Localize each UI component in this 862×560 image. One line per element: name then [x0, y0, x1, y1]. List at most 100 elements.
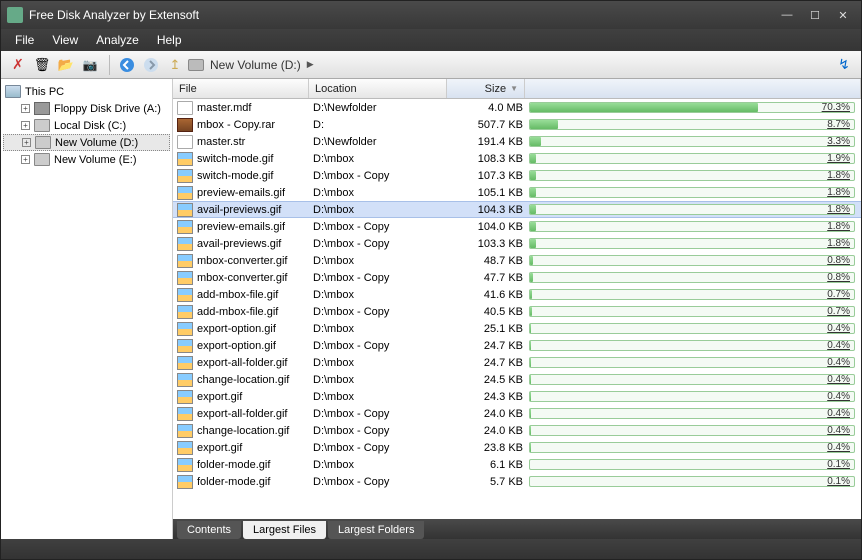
file-row[interactable]: mbox-converter.gifD:\mbox - Copy47.7 KB0… — [173, 269, 861, 286]
folder-tree[interactable]: This PC + Floppy Disk Drive (A:) + Local… — [1, 79, 173, 539]
tab-largest-folders[interactable]: Largest Folders — [328, 521, 424, 539]
tab-contents[interactable]: Contents — [177, 521, 241, 539]
file-size: 24.3 KB — [451, 391, 529, 403]
file-row[interactable]: change-location.gifD:\mbox - Copy24.0 KB… — [173, 422, 861, 439]
file-row[interactable]: master.mdfD:\Newfolder4.0 MB70.3% — [173, 99, 861, 116]
file-location: D:\mbox — [313, 204, 451, 216]
pc-icon — [5, 85, 21, 98]
file-location: D:\mbox - Copy — [313, 340, 451, 352]
file-type-icon — [177, 237, 193, 251]
file-row[interactable]: export.gifD:\mbox24.3 KB0.4% — [173, 388, 861, 405]
file-type-icon — [177, 339, 193, 353]
expand-icon[interactable]: + — [21, 104, 30, 113]
file-name: avail-previews.gif — [197, 204, 313, 216]
file-row[interactable]: mbox - Copy.rarD:507.7 KB8.7% — [173, 116, 861, 133]
file-location: D:\mbox — [313, 374, 451, 386]
file-bar: 0.4% — [529, 357, 861, 368]
file-row[interactable]: export-option.gifD:\mbox - Copy24.7 KB0.… — [173, 337, 861, 354]
recycle-button[interactable]: 🗑 — [31, 54, 53, 76]
tree-node-d[interactable]: + New Volume (D:) — [3, 134, 170, 151]
file-location: D:\mbox — [313, 459, 451, 471]
file-row[interactable]: export-option.gifD:\mbox25.1 KB0.4% — [173, 320, 861, 337]
tree-label: Local Disk (C:) — [54, 120, 126, 132]
file-row[interactable]: add-mbox-file.gifD:\mbox41.6 KB0.7% — [173, 286, 861, 303]
file-row[interactable]: avail-previews.gifD:\mbox - Copy103.3 KB… — [173, 235, 861, 252]
file-size: 47.7 KB — [451, 272, 529, 284]
tree-node-c[interactable]: + Local Disk (C:) — [3, 117, 170, 134]
file-row[interactable]: preview-emails.gifD:\mbox105.1 KB1.8% — [173, 184, 861, 201]
tab-largest-files[interactable]: Largest Files — [243, 521, 326, 539]
file-list[interactable]: master.mdfD:\Newfolder4.0 MB70.3%mbox - … — [173, 99, 861, 519]
tree-root[interactable]: This PC — [3, 83, 170, 100]
file-bar: 0.1% — [529, 476, 861, 487]
file-row[interactable]: preview-emails.gifD:\mbox - Copy104.0 KB… — [173, 218, 861, 235]
file-name: preview-emails.gif — [197, 187, 313, 199]
tree-root-label: This PC — [25, 86, 64, 98]
expand-icon[interactable]: + — [22, 138, 31, 147]
refresh-button[interactable]: ↯ — [833, 54, 855, 76]
toolbar: ✗ 🗑 📂 📷 ↥ New Volume (D:) ▶ ↯ — [1, 51, 861, 79]
minimize-button[interactable]: — — [775, 7, 799, 23]
toolbar-separator — [109, 55, 110, 75]
file-bar: 0.7% — [529, 306, 861, 317]
file-row[interactable]: switch-mode.gifD:\mbox - Copy107.3 KB1.8… — [173, 167, 861, 184]
forward-button[interactable] — [140, 54, 162, 76]
file-location: D:\mbox — [313, 187, 451, 199]
close-button[interactable]: ✕ — [831, 7, 855, 23]
col-file-label: File — [179, 83, 197, 95]
file-type-icon — [177, 186, 193, 200]
file-bar: 0.1% — [529, 459, 861, 470]
file-size: 104.0 KB — [451, 221, 529, 233]
file-row[interactable]: export.gifD:\mbox - Copy23.8 KB0.4% — [173, 439, 861, 456]
col-size[interactable]: Size▼ — [447, 79, 525, 98]
app-icon — [7, 7, 23, 23]
file-name: master.str — [197, 136, 313, 148]
file-bar: 0.4% — [529, 374, 861, 385]
maximize-button[interactable]: ☐ — [803, 7, 827, 23]
folder-icon: 📂 — [58, 57, 74, 73]
file-percent: 8.7% — [827, 119, 850, 130]
tree-node-floppy[interactable]: + Floppy Disk Drive (A:) — [3, 100, 170, 117]
file-percent: 1.8% — [827, 170, 850, 181]
col-bar[interactable] — [525, 79, 861, 98]
file-location: D:\mbox — [313, 255, 451, 267]
back-button[interactable] — [116, 54, 138, 76]
menu-help[interactable]: Help — [149, 30, 190, 50]
file-percent: 0.4% — [827, 340, 850, 351]
file-row[interactable]: export-all-folder.gifD:\mbox24.7 KB0.4% — [173, 354, 861, 371]
breadcrumb[interactable]: New Volume (D:) ▶ — [188, 58, 833, 72]
file-percent: 1.8% — [827, 204, 850, 215]
file-type-icon — [177, 390, 193, 404]
file-row[interactable]: add-mbox-file.gifD:\mbox - Copy40.5 KB0.… — [173, 303, 861, 320]
file-percent: 0.1% — [827, 476, 850, 487]
file-row[interactable]: avail-previews.gifD:\mbox104.3 KB 1.8% — [173, 201, 861, 218]
open-folder-button[interactable]: 📂 — [55, 54, 77, 76]
file-name: add-mbox-file.gif — [197, 306, 313, 318]
file-row[interactable]: folder-mode.gifD:\mbox - Copy5.7 KB0.1% — [173, 473, 861, 490]
file-row[interactable]: master.strD:\Newfolder191.4 KB3.3% — [173, 133, 861, 150]
expand-icon[interactable]: + — [21, 121, 30, 130]
file-percent: 0.4% — [827, 357, 850, 368]
up-button[interactable]: ↥ — [164, 54, 186, 76]
col-location-label: Location — [315, 83, 357, 95]
file-row[interactable]: export-all-folder.gifD:\mbox - Copy24.0 … — [173, 405, 861, 422]
menu-analyze[interactable]: Analyze — [88, 30, 147, 50]
menu-file[interactable]: File — [7, 30, 42, 50]
file-size: 6.1 KB — [451, 459, 529, 471]
file-row[interactable]: switch-mode.gifD:\mbox108.3 KB1.9% — [173, 150, 861, 167]
file-row[interactable]: mbox-converter.gifD:\mbox48.7 KB0.8% — [173, 252, 861, 269]
expand-icon[interactable]: + — [21, 155, 30, 164]
tree-node-e[interactable]: + New Volume (E:) — [3, 151, 170, 168]
file-size: 104.3 KB — [451, 204, 529, 216]
tree-label: Floppy Disk Drive (A:) — [54, 103, 161, 115]
delete-button[interactable]: ✗ — [7, 54, 29, 76]
col-file[interactable]: File — [173, 79, 309, 98]
file-bar: 0.4% — [529, 442, 861, 453]
file-row[interactable]: change-location.gifD:\mbox24.5 KB0.4% — [173, 371, 861, 388]
properties-button[interactable]: 📷 — [79, 54, 101, 76]
file-percent: 1.8% — [827, 238, 850, 249]
menu-view[interactable]: View — [44, 30, 86, 50]
col-location[interactable]: Location — [309, 79, 447, 98]
file-row[interactable]: folder-mode.gifD:\mbox6.1 KB0.1% — [173, 456, 861, 473]
file-size: 25.1 KB — [451, 323, 529, 335]
